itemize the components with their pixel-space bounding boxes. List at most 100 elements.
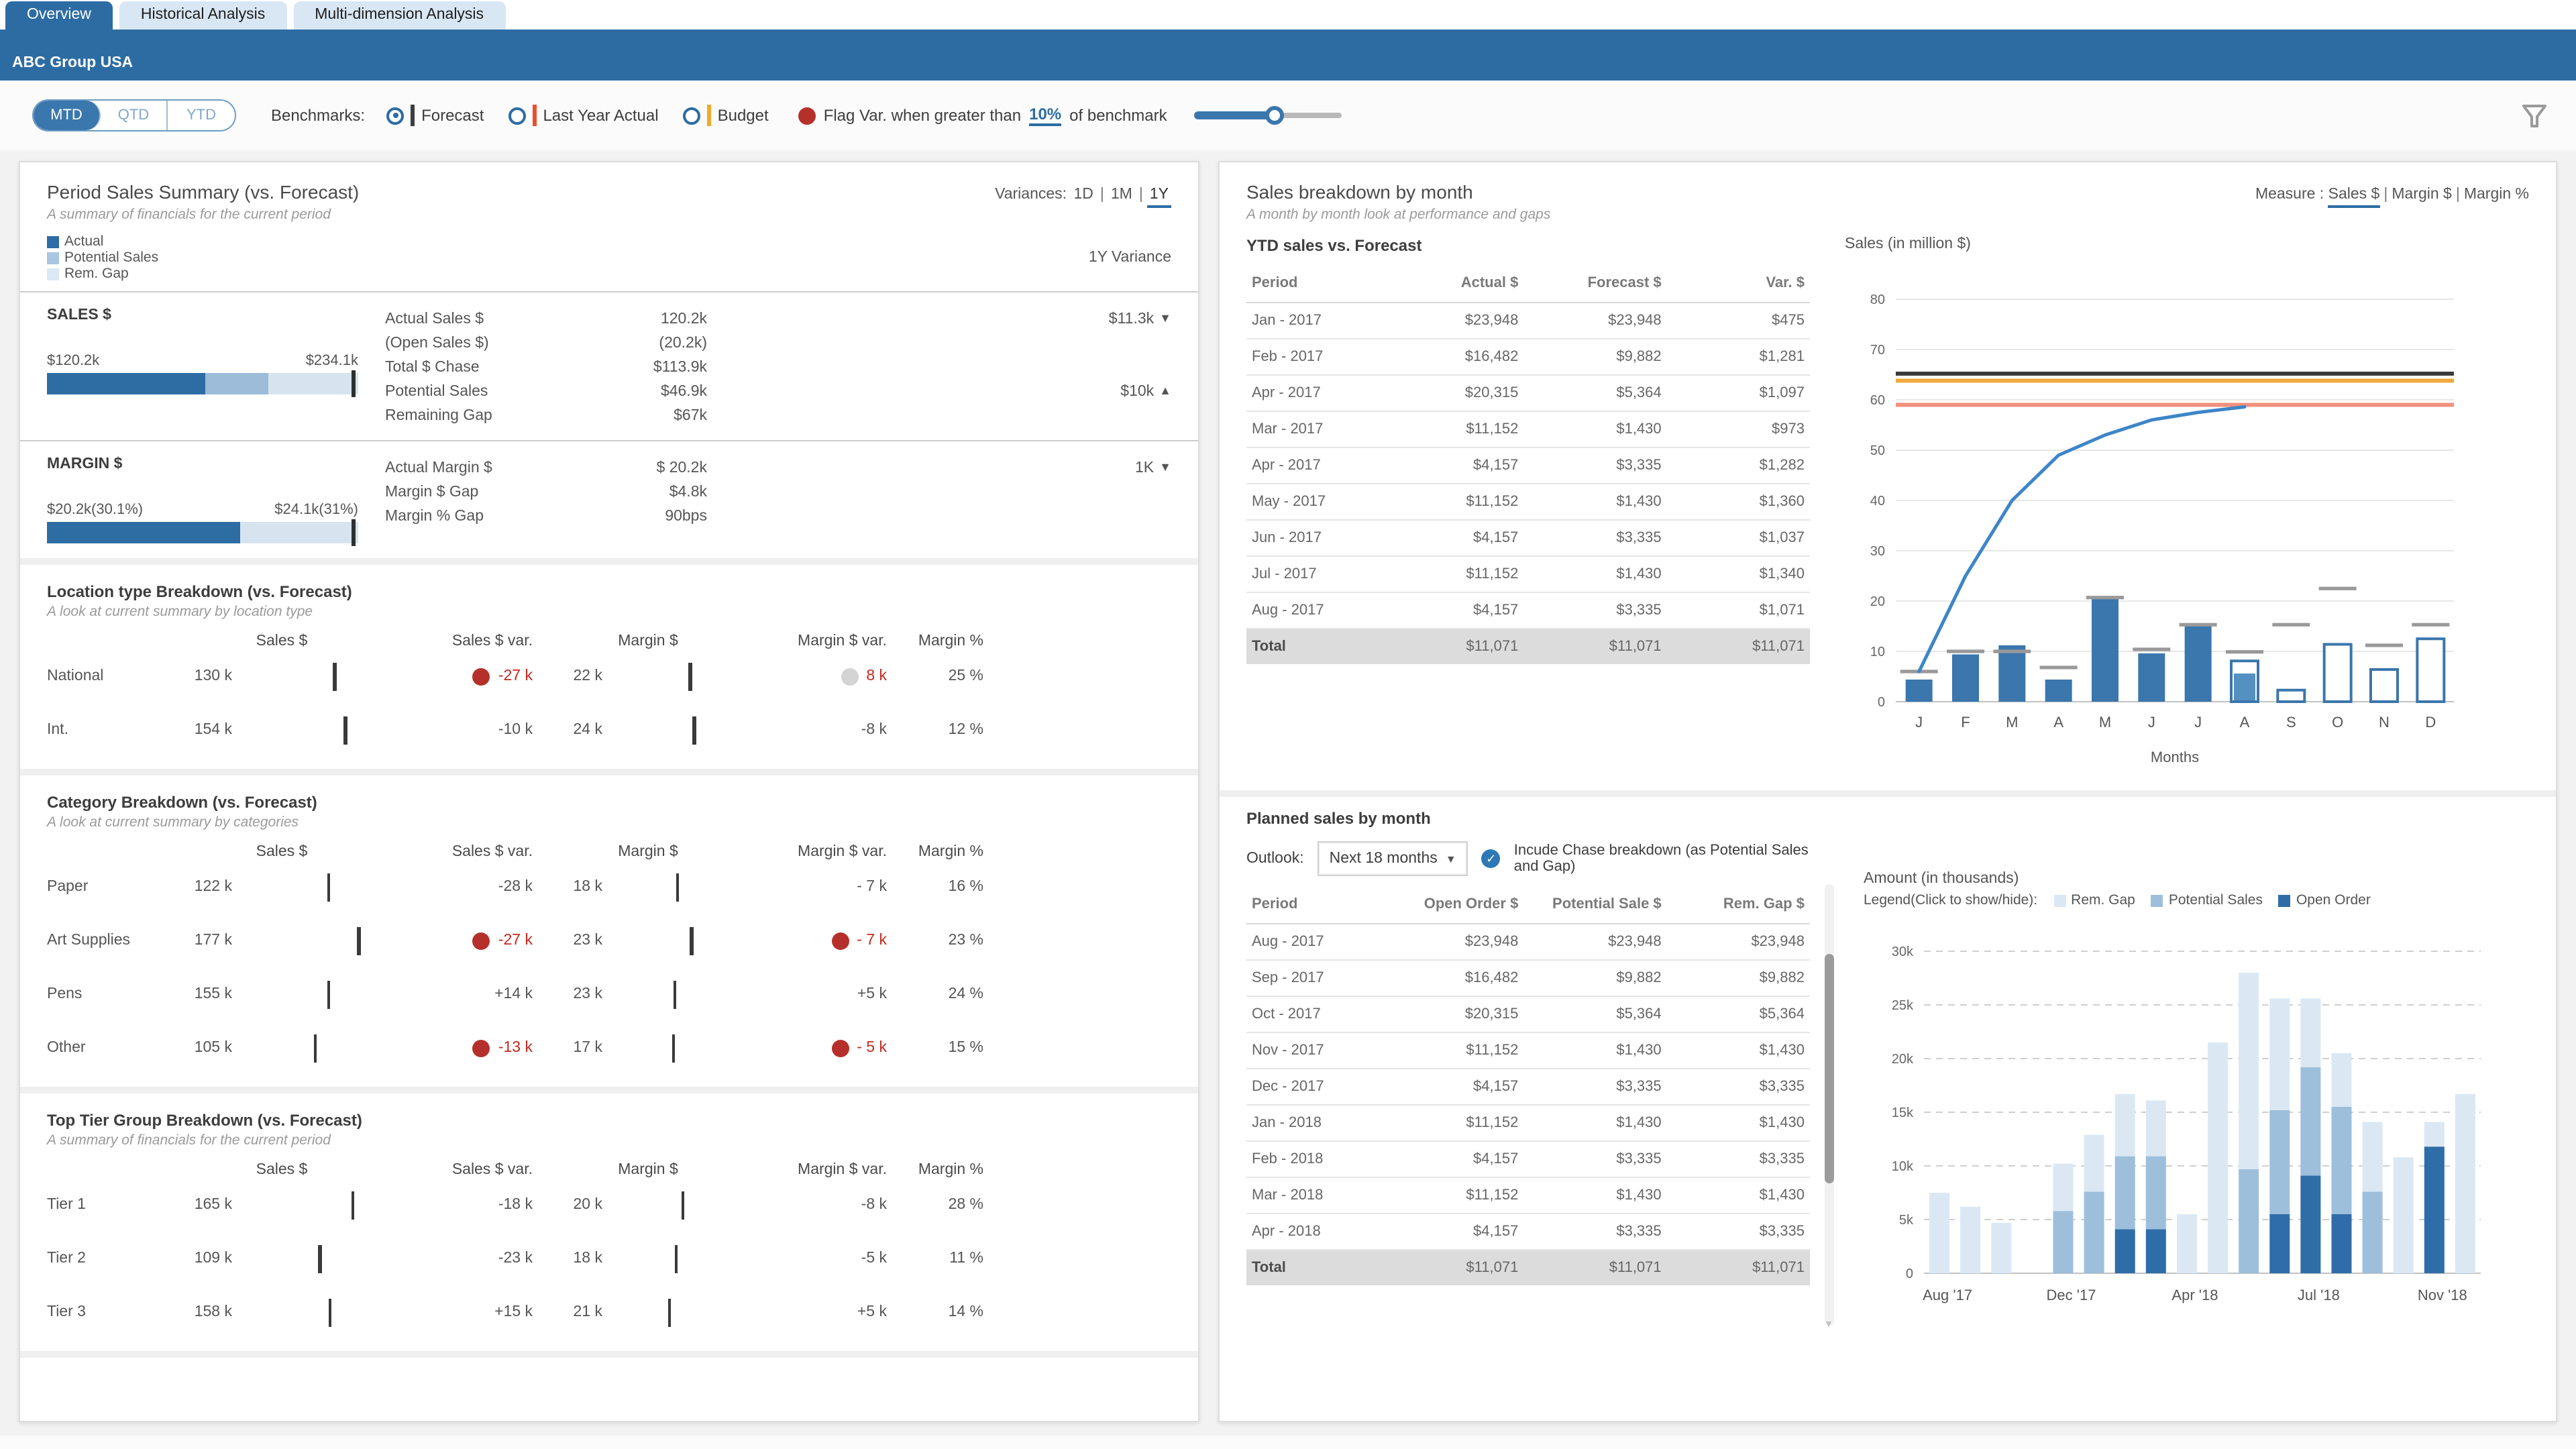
summary-row: Remaining Gap$67k bbox=[385, 404, 1171, 428]
flag-threshold[interactable]: 10% bbox=[1029, 105, 1061, 126]
variance-1m[interactable]: 1M bbox=[1108, 186, 1135, 203]
table-row[interactable]: May - 2017$11,152$1,430$1,360 bbox=[1246, 484, 1810, 520]
summary-row: Margin $ Gap$4.8k bbox=[385, 480, 1171, 504]
tab-overview[interactable]: Overview bbox=[5, 1, 113, 30]
legend-item-open-order[interactable]: Open Order bbox=[2279, 892, 2371, 908]
breakdown-title: Top Tier Group Breakdown (vs. Forecast) bbox=[47, 1111, 1171, 1130]
breakdown-header: Sales $Sales $ var.Margin $Margin $ var.… bbox=[47, 633, 1171, 649]
variance-1y[interactable]: 1Y bbox=[1147, 186, 1171, 208]
breakdown-header: Sales $Sales $ var.Margin $Margin $ var.… bbox=[47, 844, 1171, 860]
breakdown-row-tier-1[interactable]: Tier 1165 k-18 k20 k-8 k28 % bbox=[47, 1178, 1171, 1232]
summary-row: Total $ Chase$113.9k bbox=[385, 356, 1171, 380]
legend-item-potential-sales[interactable]: Potential Sales bbox=[2151, 892, 2263, 908]
breakdown-row-int[interactable]: Int.154 k-10 k24 k-8 k12 % bbox=[47, 703, 1171, 757]
table-total-row: Total$11,071$11,071$11,071 bbox=[1246, 1250, 1810, 1285]
legend-swatch bbox=[2053, 894, 2065, 906]
benchmark-color-bar bbox=[707, 105, 711, 126]
margin-high: $24.1k(31%) bbox=[274, 502, 358, 518]
table-row[interactable]: Sep - 2017$16,482$9,882$9,882 bbox=[1246, 960, 1810, 996]
breakdown-row-paper[interactable]: Paper122 k-28 k18 k- 7 k16 % bbox=[47, 860, 1171, 914]
table-row[interactable]: Jan - 2017$23,948$23,948$475 bbox=[1246, 303, 1810, 339]
table-row[interactable]: Aug - 2017$4,157$3,335$1,071 bbox=[1246, 592, 1810, 629]
tab-historical-analysis[interactable]: Historical Analysis bbox=[119, 1, 286, 30]
table-row[interactable]: Dec - 2017$4,157$3,335$3,335 bbox=[1246, 1069, 1810, 1105]
table-row[interactable]: Oct - 2017$20,315$5,364$5,364 bbox=[1246, 996, 1810, 1032]
svg-text:N: N bbox=[2379, 714, 2390, 731]
svg-text:60: 60 bbox=[1870, 393, 1885, 408]
planned-table-scrollbar[interactable] bbox=[1825, 884, 1834, 1326]
svg-text:50: 50 bbox=[1870, 443, 1885, 458]
triangle-down-icon: ▼ bbox=[1159, 460, 1171, 474]
benchmark-color-bar bbox=[411, 105, 415, 126]
benchmark-budget[interactable]: Budget bbox=[683, 105, 769, 126]
benchmark-forecast[interactable]: Forecast bbox=[386, 105, 484, 126]
sales-chart-title: Sales (in million $) bbox=[1845, 236, 2529, 252]
breakdown-row-other[interactable]: Other105 k-13 k17 k- 5 k15 % bbox=[47, 1021, 1171, 1075]
tab-multi-dimension-analysis[interactable]: Multi-dimension Analysis bbox=[293, 1, 505, 30]
table-row[interactable]: Jan - 2018$11,152$1,430$1,430 bbox=[1246, 1105, 1810, 1141]
sales-by-month-chart[interactable]: 01020304050607080JFMAMJJASONDMonths bbox=[1839, 252, 2529, 785]
period-ytd[interactable]: YTD bbox=[168, 101, 235, 130]
table-row[interactable]: Mar - 2018$11,152$1,430$1,430 bbox=[1246, 1177, 1810, 1214]
margin-bar bbox=[613, 930, 753, 951]
measure-label: Measure : bbox=[2255, 186, 2324, 203]
sales-bar bbox=[243, 930, 393, 951]
sales-bar bbox=[243, 720, 393, 740]
table-row[interactable]: Apr - 2017$4,157$3,335$1,282 bbox=[1246, 447, 1810, 484]
legend-item-rem-gap[interactable]: Rem. Gap bbox=[2053, 892, 2135, 908]
benchmark-color-bar bbox=[532, 105, 536, 126]
table-row[interactable]: Aug - 2017$23,948$23,948$23,948 bbox=[1246, 924, 1810, 960]
breakdown-row-pens[interactable]: Pens155 k+14 k23 k+5 k24 % bbox=[47, 967, 1171, 1021]
margin-bar bbox=[613, 1038, 753, 1058]
breakdown-sections: Location type Breakdown (vs. Forecast)A … bbox=[47, 558, 1171, 1358]
table-row[interactable]: Apr - 2018$4,157$3,335$3,335 bbox=[1246, 1214, 1810, 1250]
benchmark-last-year-actual[interactable]: Last Year Actual bbox=[508, 105, 658, 126]
breakdown-row-art-supplies[interactable]: Art Supplies177 k-27 k23 k- 7 k23 % bbox=[47, 914, 1171, 967]
measure-margin[interactable]: Margin $ bbox=[2392, 186, 2452, 203]
alert-dot-icon bbox=[473, 1039, 490, 1057]
outlook-label: Outlook: bbox=[1246, 851, 1304, 867]
breakdown-title: Location type Breakdown (vs. Forecast) bbox=[47, 582, 1171, 601]
sales-low: $120.2k bbox=[47, 353, 99, 369]
svg-text:O: O bbox=[2332, 714, 2343, 731]
margin-bar bbox=[613, 1302, 753, 1322]
variance-1d[interactable]: 1D bbox=[1071, 186, 1095, 203]
sales-high: $234.1k bbox=[306, 353, 358, 369]
flag-setting: Flag Var. when greater than 10% of bench… bbox=[798, 105, 1167, 126]
svg-text:Nov '18: Nov '18 bbox=[2418, 1287, 2467, 1303]
breakdown-row-tier-3[interactable]: Tier 3158 k+15 k21 k+5 k14 % bbox=[47, 1285, 1171, 1339]
ytd-table-header: PeriodActual $Forecast $Var. $ bbox=[1246, 266, 1810, 303]
chase-checkbox[interactable]: ✓ bbox=[1482, 849, 1501, 868]
table-row[interactable]: Mar - 2017$11,152$1,430$973 bbox=[1246, 411, 1810, 447]
legend-item-actual: Actual bbox=[47, 233, 158, 250]
svg-text:70: 70 bbox=[1870, 343, 1885, 358]
breakdown-row-national[interactable]: National130 k-27 k22 k8 k25 % bbox=[47, 649, 1171, 703]
table-row[interactable]: Jun - 2017$4,157$3,335$1,037 bbox=[1246, 520, 1810, 556]
threshold-slider[interactable] bbox=[1194, 106, 1342, 125]
table-row[interactable]: Nov - 2017$11,152$1,430$1,430 bbox=[1246, 1032, 1810, 1069]
margin-summary-block: MARGIN $ $20.2k(30.1%) $24.1k(31%) Actua… bbox=[47, 451, 1171, 546]
svg-text:J: J bbox=[2148, 714, 2155, 731]
table-row[interactable]: Feb - 2017$16,482$9,882$1,281 bbox=[1246, 339, 1810, 375]
measure-margin[interactable]: Margin % bbox=[2464, 186, 2529, 203]
period-mtd[interactable]: MTD bbox=[34, 101, 101, 130]
filter-icon[interactable] bbox=[2520, 101, 2549, 130]
period-qtd[interactable]: QTD bbox=[101, 101, 168, 130]
measure-sales[interactable]: Sales $ bbox=[2328, 186, 2380, 208]
ytd-section: YTD sales vs. Forecast PeriodActual $For… bbox=[1246, 236, 2529, 785]
sales-bullet-chart bbox=[47, 373, 358, 394]
planned-sales-chart[interactable]: 05k10k15k20k25k30kAug '17Dec '17Apr '18J… bbox=[1864, 908, 2529, 1331]
ytd-table: PeriodActual $Forecast $Var. $ Jan - 201… bbox=[1246, 266, 1810, 663]
outlook-dropdown[interactable]: Next 18 months ▼ bbox=[1318, 841, 1468, 876]
radio-icon bbox=[508, 107, 525, 124]
table-row[interactable]: Jul - 2017$11,152$1,430$1,340 bbox=[1246, 556, 1810, 592]
svg-text:Jul '18: Jul '18 bbox=[2298, 1287, 2340, 1303]
chevron-down-icon: ▼ bbox=[1446, 853, 1456, 865]
breakdown-row-tier-2[interactable]: Tier 2109 k-23 k18 k-5 k11 % bbox=[47, 1232, 1171, 1285]
table-row[interactable]: Feb - 2018$4,157$3,335$3,335 bbox=[1246, 1141, 1810, 1177]
svg-text:10k: 10k bbox=[1892, 1159, 1914, 1174]
scrollbar-down-icon[interactable]: ▼ bbox=[1823, 1320, 1834, 1331]
table-row[interactable]: Apr - 2017$20,315$5,364$1,097 bbox=[1246, 375, 1810, 411]
sales-by-month-card: Sales breakdown by month A month by mont… bbox=[1218, 161, 2557, 1422]
flag-dot-icon bbox=[798, 107, 816, 124]
